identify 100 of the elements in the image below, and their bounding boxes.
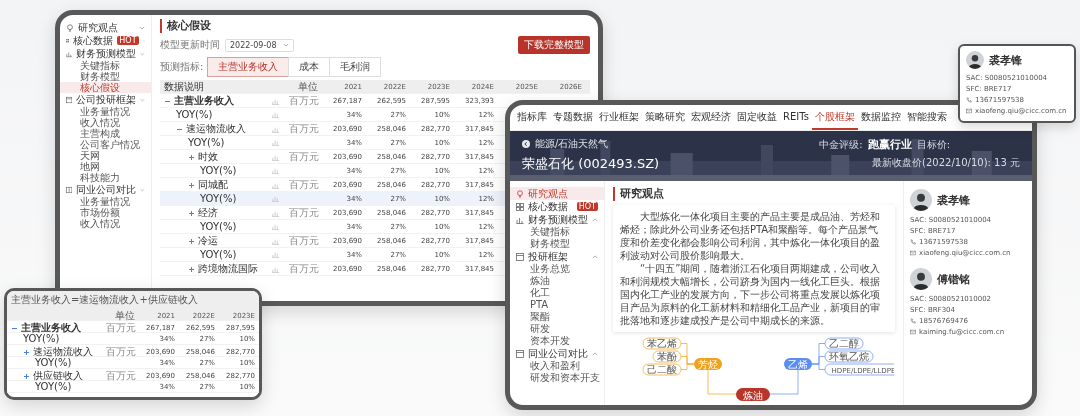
grid-icon: [516, 202, 524, 211]
sidebar-item[interactable]: 投研框架: [510, 250, 604, 263]
sidebar-item[interactable]: 天网: [60, 150, 151, 161]
bar-chart-icon: [272, 167, 279, 174]
sidebar-item[interactable]: 科技能力: [60, 172, 151, 183]
breadcrumb[interactable]: 能源/石油天然气: [535, 137, 609, 151]
mail-icon: [910, 250, 916, 256]
hot-badge: HOT: [117, 36, 139, 45]
nav-tab[interactable]: 行业框架: [596, 105, 642, 130]
phone-icon: [966, 97, 972, 103]
sidebar-item[interactable]: 炼油: [510, 275, 604, 287]
row-label: 主营业务收入: [174, 94, 235, 108]
connector-line: [768, 368, 799, 395]
expand-icon[interactable]: [188, 181, 195, 189]
row-label: YOY(%): [200, 165, 238, 176]
sidebar-item[interactable]: 化工: [510, 287, 604, 299]
sidebar-item[interactable]: 同业公司对比: [60, 183, 151, 196]
chart-icon: [516, 215, 524, 224]
nav-tab[interactable]: 专题数据: [550, 105, 596, 130]
sidebar-item[interactable]: 关键指标: [60, 60, 151, 71]
nav-tab[interactable]: 宏观经济: [688, 105, 734, 130]
sidebar-item[interactable]: 关键指标: [510, 226, 604, 238]
avatar: [910, 268, 932, 290]
sidebar-item[interactable]: 核心数据 HOT: [510, 200, 604, 213]
bar-chart-icon: [272, 237, 279, 245]
field-label: 模型更新时间: [160, 38, 220, 52]
analyst-name: 裘孝锋: [989, 52, 1022, 68]
sidebar-item[interactable]: 财务模型: [510, 238, 604, 250]
sidebar-item[interactable]: 聚酯: [510, 311, 604, 323]
sidebar-item[interactable]: 地网: [60, 161, 151, 172]
sidebar-item[interactable]: 核心数据 HOT: [60, 34, 151, 47]
sidebar-item[interactable]: 核心假设: [60, 82, 151, 93]
chart-icon: [66, 49, 73, 58]
sidebar-item[interactable]: 公司客户情况: [60, 139, 151, 150]
paragraph: 大型炼化一体化项目主要的产品主要是成品油、芳烃和烯烃；除此外公司业务还包括PTA和聚酯等。每个产品景气度和价差变化都会影响公司利润，其中炼化一体化项目的盈利波动对公司股价影响最大。: [620, 210, 881, 262]
expand-icon[interactable]: [188, 265, 195, 273]
unit-label: 百万元: [288, 122, 320, 136]
branch-node: 芳烃: [694, 358, 722, 370]
sidebar-item[interactable]: 市场份额: [60, 207, 151, 218]
bar-chart-icon: [272, 181, 279, 189]
sidebar-item[interactable]: 资本开发: [510, 335, 604, 347]
analyst-name: 傅锴铭: [937, 271, 970, 287]
unit-label: 百万元: [288, 262, 320, 276]
metric-tab[interactable]: 成本: [288, 57, 331, 77]
chevron-down-icon: [140, 186, 145, 193]
avatar: [910, 189, 932, 211]
sidebar-item[interactable]: 研发和资本开支: [510, 372, 604, 384]
sidebar-item[interactable]: PTA: [510, 299, 604, 311]
nav-tab[interactable]: 策略研究: [642, 105, 688, 130]
column-header: 单位: [297, 80, 319, 94]
expand-icon[interactable]: [188, 153, 195, 161]
stock-title: 荣盛石化 (002493.SZ): [522, 155, 660, 173]
sidebar-item[interactable]: 财务模型: [60, 71, 151, 82]
expand-icon[interactable]: [23, 348, 30, 356]
map-node: 苯酚: [652, 350, 682, 363]
sidebar-item[interactable]: 业务总览: [510, 263, 604, 275]
nav-tab[interactable]: 数据监控: [857, 105, 904, 130]
sidebar-item[interactable]: 财务预测模型: [510, 213, 604, 226]
sidebar-item[interactable]: 收入和盈利: [510, 360, 604, 372]
row-label: YOY(%): [188, 137, 226, 148]
sidebar-item[interactable]: 业务量情况: [60, 196, 151, 207]
row-label: 冷运: [198, 234, 219, 248]
sidebar-item[interactable]: 主营构成: [60, 128, 151, 139]
nav-tab[interactable]: 指标库: [514, 105, 550, 130]
row-label: YOY(%): [35, 357, 73, 368]
sidebar-item[interactable]: 同业公司对比: [510, 347, 604, 360]
row-label: 速运物流收入: [33, 345, 94, 358]
sidebar-item[interactable]: 研发: [510, 323, 604, 335]
expand-icon[interactable]: [188, 209, 195, 217]
row-label: YOY(%): [200, 249, 238, 260]
download-button[interactable]: 下载完整模型: [518, 36, 590, 54]
sidebar-item[interactable]: 收入情况: [60, 218, 151, 229]
back-icon[interactable]: [522, 140, 530, 148]
map-node: 苯乙烯: [642, 337, 682, 350]
metric-tab[interactable]: 主营业务收入: [207, 57, 290, 77]
columns-icon: [66, 185, 73, 194]
field-label: 预测指标:: [160, 60, 204, 74]
sidebar-item[interactable]: 财务预测模型: [60, 47, 151, 60]
nav-tab[interactable]: 固定收益: [734, 105, 780, 130]
metric-tab[interactable]: 毛利润: [329, 57, 382, 77]
sidebar-item[interactable]: 收入情况: [60, 117, 151, 128]
expand-icon[interactable]: [23, 372, 30, 380]
row-label: 经济: [198, 206, 219, 220]
analyst-name: 裘孝锋: [937, 192, 970, 208]
expand-icon[interactable]: [188, 237, 195, 245]
sidebar-item[interactable]: 研究观点: [510, 187, 604, 200]
frame-icon: [516, 349, 524, 358]
sidebar-item[interactable]: 研究观点: [60, 21, 151, 34]
sidebar-item[interactable]: 公司投研框架: [60, 93, 151, 106]
bar-chart-icon: [272, 153, 279, 161]
section-title: 研究观点: [613, 187, 895, 201]
column-header: 数据说明: [164, 80, 205, 94]
sidebar-item[interactable]: 业务量情况: [60, 106, 151, 117]
row-label: YOY(%): [176, 109, 214, 120]
nav-tab[interactable]: 智能搜索: [903, 105, 950, 130]
chevron-down-icon: [282, 42, 289, 48]
date-select[interactable]: 2022-09-08: [225, 38, 294, 52]
paragraph: “十四五”期间，随着浙江石化项目两期建成，公司收入和利润规模大幅增长，公司跻身为国内一线化工巨头。根据国内化工产业的发展方向，下一步公司将重点发展以炼化项目产品为原料的化工新材料和精细化工品产业，新项目的审批落地和逐步建成投产是公司中期成长的来源。: [620, 262, 882, 327]
formula-text: 主营业务收入=速运物流收入+供应链收入: [7, 291, 259, 309]
nav-tab[interactable]: REITs: [780, 105, 812, 130]
